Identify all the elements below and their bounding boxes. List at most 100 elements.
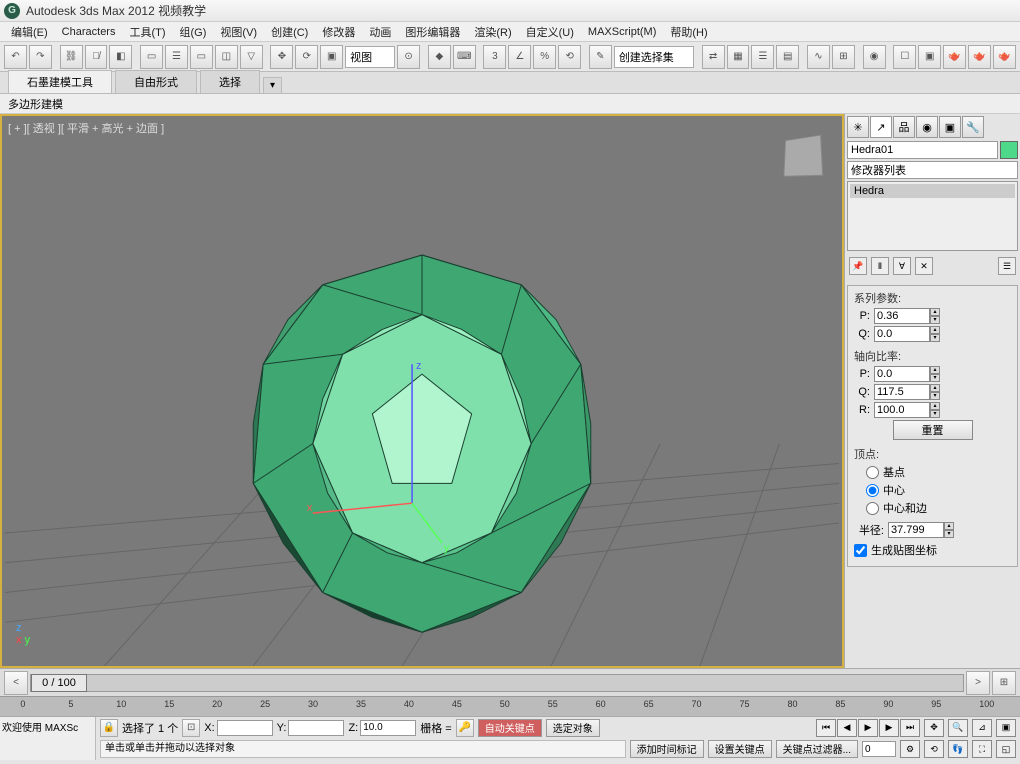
move-icon[interactable]: ✥ — [270, 45, 293, 69]
reset-button[interactable]: 重置 — [893, 420, 973, 440]
nav-maximize-icon[interactable]: ⛶ — [972, 740, 992, 758]
menu-graph-editors[interactable]: 图形编辑器 — [398, 22, 467, 42]
p-spinner[interactable]: ▴▾ — [874, 308, 940, 324]
current-frame-input[interactable] — [862, 741, 896, 757]
menu-render[interactable]: 渲染(R) — [467, 22, 518, 42]
radio-center[interactable] — [866, 484, 879, 497]
menu-animation[interactable]: 动画 — [362, 22, 398, 42]
tab-expand[interactable]: ▾ — [263, 77, 282, 93]
render-icon[interactable]: 🫖 — [943, 45, 966, 69]
display-tab-icon[interactable]: ▣ — [939, 116, 961, 138]
configure-sets-icon[interactable]: ☰ — [998, 257, 1016, 275]
hierarchy-tab-icon[interactable]: 品 — [893, 116, 915, 138]
goto-start-icon[interactable]: ⏮ — [816, 719, 836, 737]
key-mode-icon[interactable]: 🔑 — [456, 719, 474, 737]
auto-key-button[interactable]: 自动关键点 — [478, 719, 542, 737]
snap-icon[interactable]: 3 — [483, 45, 506, 69]
modifier-stack-item[interactable]: Hedra — [850, 184, 1015, 198]
add-time-tag-button[interactable]: 添加时间标记 — [630, 740, 704, 758]
x-coord-input[interactable] — [217, 720, 273, 736]
layers-icon[interactable]: ☰ — [751, 45, 774, 69]
keyboard-icon[interactable]: ⌨ — [453, 45, 476, 69]
play-icon[interactable]: ▶ — [858, 719, 878, 737]
menu-edit[interactable]: 编辑(E) — [4, 22, 55, 42]
unlink-icon[interactable]: ⛓̸ — [85, 45, 108, 69]
nav-zoom-icon[interactable]: 🔍 — [948, 719, 968, 737]
time-config-icon[interactable]: ⚙ — [900, 740, 920, 758]
spinner-snap-icon[interactable]: ⟲ — [558, 45, 581, 69]
key-filters-button[interactable]: 关键点过滤器... — [776, 740, 858, 758]
named-selection-combo[interactable]: 创建选择集 — [614, 46, 694, 68]
pin-stack-icon[interactable]: 📌 — [849, 257, 867, 275]
render-prod-icon[interactable]: 🫖 — [993, 45, 1016, 69]
goto-end-icon[interactable]: ⏭ — [900, 719, 920, 737]
rotate-icon[interactable]: ⟳ — [295, 45, 318, 69]
remove-modifier-icon[interactable]: ✕ — [915, 257, 933, 275]
menu-group[interactable]: 组(G) — [173, 22, 214, 42]
curve-editor-icon[interactable]: ∿ — [807, 45, 830, 69]
radio-center-edge[interactable] — [866, 502, 879, 515]
menu-create[interactable]: 创建(C) — [264, 22, 315, 42]
motion-tab-icon[interactable]: ◉ — [916, 116, 938, 138]
schematic-icon[interactable]: ⊞ — [832, 45, 855, 69]
tab-graphite[interactable]: 石墨建模工具 — [8, 70, 112, 93]
track-bar[interactable]: 0 5 10 15 20 25 30 35 40 45 50 55 60 65 … — [0, 696, 1020, 716]
tab-selection[interactable]: 选择 — [200, 70, 260, 93]
viewport-label[interactable]: [ + ][ 透视 ][ 平滑 + 高光 + 边面 ] — [8, 120, 164, 136]
make-unique-icon[interactable]: ∀ — [893, 257, 911, 275]
modifier-list-combo[interactable]: 修改器列表 — [847, 161, 1018, 179]
menu-characters[interactable]: Characters — [55, 24, 123, 40]
select-name-icon[interactable]: ☰ — [165, 45, 188, 69]
render-last-icon[interactable]: 🫖 — [968, 45, 991, 69]
show-end-result-icon[interactable]: Ⅱ — [871, 257, 889, 275]
axis-q-spinner[interactable]: ▴▾ — [874, 384, 940, 400]
menu-tools[interactable]: 工具(T) — [122, 22, 172, 42]
z-coord-input[interactable] — [360, 720, 416, 736]
utilities-tab-icon[interactable]: 🔧 — [962, 116, 984, 138]
time-slider[interactable]: 0 / 100 — [30, 674, 964, 692]
timeline-prev-icon[interactable]: < — [4, 671, 28, 695]
polygon-modeling-label[interactable]: 多边形建模 — [8, 96, 63, 112]
radius-spinner[interactable]: ▴▾ — [888, 522, 954, 538]
window-crossing-icon[interactable]: ◫ — [215, 45, 238, 69]
material-icon[interactable]: ◉ — [863, 45, 886, 69]
create-tab-icon[interactable]: ✳ — [847, 116, 869, 138]
time-slider-thumb[interactable]: 0 / 100 — [31, 674, 87, 692]
select-region-icon[interactable]: ▭ — [190, 45, 213, 69]
set-key-button[interactable]: 设置关键点 — [708, 740, 772, 758]
named-sel-edit-icon[interactable]: ✎ — [589, 45, 612, 69]
nav-fov-icon[interactable]: ⊿ — [972, 719, 992, 737]
menu-modifiers[interactable]: 修改器 — [315, 22, 362, 42]
viewport-perspective[interactable]: [ + ][ 透视 ][ 平滑 + 高光 + 边面 ] — [0, 114, 844, 668]
angle-snap-icon[interactable]: ∠ — [508, 45, 531, 69]
viewcube[interactable] — [783, 135, 823, 177]
q-spinner[interactable]: ▴▾ — [874, 326, 940, 342]
nav-pan-icon[interactable]: ✥ — [924, 719, 944, 737]
pivot-icon[interactable]: ⊙ — [397, 45, 420, 69]
lock-selection-icon[interactable]: 🔒 — [100, 719, 118, 737]
mirror-icon[interactable]: ⇄ — [702, 45, 725, 69]
filter-icon[interactable]: ▽ — [240, 45, 263, 69]
bind-icon[interactable]: ◧ — [109, 45, 132, 69]
nav-zoom-ext-icon[interactable]: ▣ — [996, 719, 1016, 737]
modify-tab-icon[interactable]: ↗ — [870, 116, 892, 138]
manipulate-icon[interactable]: ◆ — [428, 45, 451, 69]
menu-views[interactable]: 视图(V) — [213, 22, 264, 42]
gen-map-checkbox[interactable] — [854, 544, 867, 557]
menu-customize[interactable]: 自定义(U) — [519, 22, 581, 42]
maxscript-listener[interactable]: 欢迎使用 MAXSc — [0, 717, 96, 760]
app-icon[interactable]: G — [4, 3, 20, 19]
menu-maxscript[interactable]: MAXScript(M) — [581, 24, 663, 40]
object-color-swatch[interactable] — [1000, 141, 1018, 159]
select-icon[interactable]: ▭ — [140, 45, 163, 69]
render-setup-icon[interactable]: ☐ — [893, 45, 916, 69]
nav-walk-icon[interactable]: 👣 — [948, 740, 968, 758]
isolate-icon[interactable]: ⊡ — [182, 719, 200, 737]
scale-icon[interactable]: ▣ — [320, 45, 343, 69]
axis-p-spinner[interactable]: ▴▾ — [874, 366, 940, 382]
undo-icon[interactable]: ↶ — [4, 45, 27, 69]
timeline-config-icon[interactable]: ⊞ — [992, 671, 1016, 695]
menu-help[interactable]: 帮助(H) — [663, 22, 714, 42]
nav-min-icon[interactable]: ◱ — [996, 740, 1016, 758]
align-icon[interactable]: ▦ — [727, 45, 750, 69]
